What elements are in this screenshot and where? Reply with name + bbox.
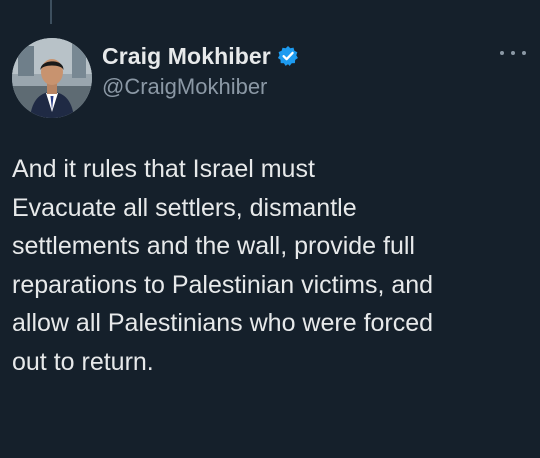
more-dot bbox=[522, 51, 526, 55]
more-dot bbox=[500, 51, 504, 55]
avatar-image bbox=[12, 38, 92, 118]
avatar[interactable] bbox=[12, 38, 92, 118]
tweet-text: And it rules that Israel must Evacuate a… bbox=[12, 155, 434, 376]
thread-connector-line bbox=[50, 0, 52, 24]
author-name-row: Craig Mokhiber bbox=[102, 40, 299, 72]
tweet-author-block: Craig Mokhiber @CraigMokhiber bbox=[102, 40, 299, 100]
more-dot bbox=[511, 51, 515, 55]
author-handle[interactable]: @CraigMokhiber bbox=[102, 74, 299, 100]
verified-badge-icon bbox=[277, 45, 299, 67]
more-options-icon[interactable] bbox=[500, 46, 526, 60]
author-display-name[interactable]: Craig Mokhiber bbox=[102, 43, 271, 70]
